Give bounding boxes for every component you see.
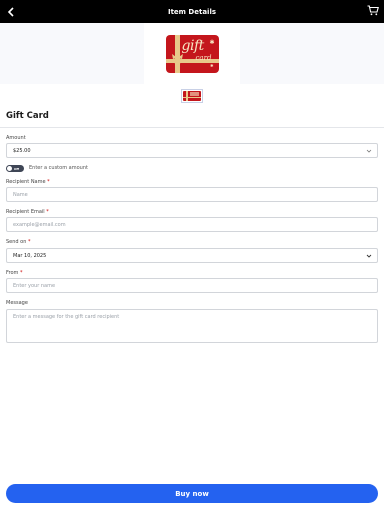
recipient-email-label: Recipient Email *	[6, 209, 49, 215]
message-label: Message	[6, 300, 28, 306]
required-marker: *	[28, 239, 31, 245]
product-image[interactable]: gift card ✱ ✱	[144, 23, 240, 84]
gift-card-word-card: card	[195, 53, 212, 62]
cart-button[interactable]	[366, 4, 379, 17]
snowflake-icon: ✱	[209, 38, 215, 46]
gift-card-image: gift card ✱ ✱	[165, 34, 219, 73]
product-thumbnail[interactable]	[181, 89, 203, 103]
thumb-text-mark	[190, 92, 199, 96]
from-label-text: From	[6, 270, 19, 276]
send-on-value: Mar 10, 2025	[13, 252, 47, 259]
amount-select[interactable]: $25.00	[6, 143, 378, 158]
chevron-down-icon	[366, 149, 372, 153]
back-button[interactable]	[4, 4, 18, 19]
from-input[interactable]: Enter your name	[6, 278, 378, 293]
message-textarea[interactable]: Enter a message for the gift card recipi…	[6, 309, 378, 343]
thumb-ribbon-h	[183, 97, 201, 98]
required-marker: *	[19, 270, 23, 276]
gift-card-thumbnail-image	[183, 91, 201, 101]
custom-amount-toggle[interactable]: Off	[6, 165, 24, 172]
send-on-label-text: Send on	[6, 239, 27, 245]
recipient-name-label-text: Recipient Name	[6, 179, 46, 185]
amount-label: Amount	[6, 135, 26, 141]
buy-now-button[interactable]: Buy now	[6, 484, 378, 503]
gift-card-word-gift: gift	[181, 37, 205, 54]
recipient-name-placeholder: Name	[13, 191, 28, 198]
amount-label-text: Amount	[6, 135, 26, 141]
divider	[0, 127, 384, 128]
recipient-name-label: Recipient Name *	[6, 179, 50, 185]
chevron-left-icon	[7, 6, 14, 17]
recipient-email-input[interactable]: example@email.com	[6, 217, 378, 232]
from-placeholder: Enter your name	[13, 282, 56, 289]
recipient-email-label-text: Recipient Email	[6, 209, 45, 215]
required-marker: *	[47, 179, 50, 185]
message-placeholder: Enter a message for the gift card recipi…	[13, 314, 120, 320]
send-on-date-select[interactable]: Mar 10, 2025	[6, 248, 378, 263]
cart-icon	[367, 5, 379, 16]
top-bar: Item Details	[0, 0, 384, 23]
thumb-ribbon-v	[186, 91, 188, 101]
recipient-name-input[interactable]: Name	[6, 187, 378, 202]
toggle-state-text: Off	[14, 166, 19, 171]
product-image-area: gift card ✱ ✱	[0, 23, 384, 84]
bow-icon	[171, 53, 183, 63]
snowflake-icon: ✱	[210, 62, 214, 68]
product-title: Gift Card	[6, 111, 49, 121]
amount-value: $25.00	[13, 147, 31, 154]
toggle-knob	[7, 166, 12, 171]
recipient-email-placeholder: example@email.com	[13, 221, 66, 228]
message-label-text: Message	[6, 300, 28, 306]
page-header-title: Item Details	[167, 7, 217, 16]
custom-amount-label: Enter a custom amount	[29, 165, 88, 171]
required-marker: *	[46, 209, 49, 215]
chevron-down-icon	[366, 254, 372, 258]
from-label: From *	[6, 270, 22, 276]
send-on-label: Send on *	[6, 239, 31, 245]
